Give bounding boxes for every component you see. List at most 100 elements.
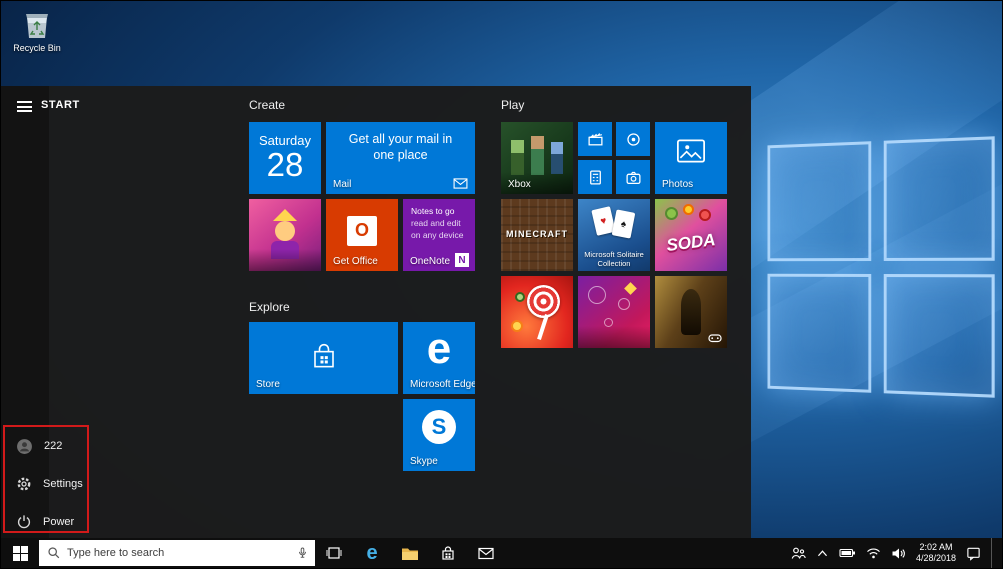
game-character — [531, 136, 544, 149]
soda-logo: SODA — [655, 229, 727, 258]
tile-microsoft-edge[interactable]: e Microsoft Edge — [403, 322, 475, 394]
group-label-play: Play — [501, 98, 524, 112]
tile-march-of-empires[interactable] — [655, 276, 727, 348]
power-button[interactable]: Power — [1, 507, 226, 537]
character-face — [275, 221, 295, 241]
tile-game-promo[interactable] — [249, 199, 321, 271]
tile-store[interactable]: Store — [249, 322, 398, 394]
clock-time: 2:02 AM — [916, 542, 956, 553]
store-label: Store — [256, 379, 280, 390]
user-account-button[interactable]: 222 — [1, 431, 226, 461]
candy-art — [699, 209, 711, 221]
onenote-note-line: read and edit — [411, 218, 475, 230]
onenote-label: OneNote — [410, 256, 450, 267]
sparkle-art — [628, 286, 633, 291]
edge-icon: e — [366, 543, 377, 563]
lollipop-art — [527, 285, 560, 318]
record-bullseye-icon — [625, 131, 642, 148]
tile-calculator[interactable] — [578, 160, 612, 194]
skype-label: Skype — [410, 456, 438, 467]
tile-camera[interactable] — [616, 160, 650, 194]
tray-overflow-button[interactable] — [816, 549, 829, 558]
chevron-up-icon — [816, 549, 829, 558]
tile-movies-tv[interactable] — [578, 122, 612, 156]
store-bag-icon — [440, 545, 456, 561]
wallpaper-logo-pane — [883, 274, 994, 398]
tile-skype[interactable]: S Skype — [403, 399, 475, 471]
wallpaper-logo-pane — [883, 136, 994, 260]
crown-icon — [273, 209, 297, 221]
group-label-create: Create — [249, 98, 285, 112]
user-avatar-icon — [16, 438, 33, 455]
volume-button[interactable] — [891, 547, 906, 560]
action-center-button[interactable] — [966, 546, 981, 561]
power-label: Power — [43, 516, 74, 528]
power-icon — [16, 514, 32, 530]
camera-icon — [625, 169, 642, 186]
warrior-silhouette — [681, 289, 701, 335]
people-button[interactable] — [790, 546, 806, 561]
xbox-label: Xbox — [508, 179, 531, 190]
microphone-icon[interactable] — [296, 546, 309, 561]
taskbar: e — [1, 538, 1002, 568]
task-view-button[interactable] — [315, 538, 353, 568]
tile-solitaire[interactable]: ♥ ♠ Microsoft Solitaire Collection — [578, 199, 650, 271]
bubble-art — [588, 286, 606, 304]
store-taskbar-button[interactable] — [429, 538, 467, 568]
tile-groove-music[interactable] — [616, 122, 650, 156]
tile-onenote[interactable]: Notes to go read and edit on any device … — [403, 199, 475, 271]
tile-calendar[interactable]: Saturday 28 — [249, 122, 321, 194]
people-icon — [790, 546, 806, 561]
game-controller-icon — [708, 333, 722, 343]
hamburger-menu-button[interactable] — [17, 101, 32, 112]
office-logo: O — [347, 216, 377, 246]
tile-bubble-witch-saga[interactable] — [578, 276, 650, 348]
taskbar-search-box[interactable] — [39, 540, 315, 566]
start-menu-title: START — [41, 99, 80, 111]
movies-tv-icon — [587, 131, 604, 148]
lollipop-stick — [537, 314, 549, 340]
taskbar-clock[interactable]: 2:02 AM 4/28/2018 — [916, 542, 956, 565]
recycle-bin-icon — [22, 9, 52, 41]
edge-taskbar-button[interactable]: e — [353, 538, 391, 568]
mail-taskbar-button[interactable] — [467, 538, 505, 568]
candy-art — [511, 320, 523, 332]
network-status-button[interactable] — [866, 547, 881, 559]
tile-photos[interactable]: Photos — [655, 122, 727, 194]
envelope-icon — [453, 178, 468, 189]
calculator-icon — [587, 169, 604, 186]
file-explorer-button[interactable] — [391, 538, 429, 568]
tile-candy-crush-soda[interactable]: SODA — [655, 199, 727, 271]
show-desktop-button[interactable] — [991, 538, 996, 568]
game-character — [551, 142, 563, 154]
recycle-bin[interactable]: Recycle Bin — [11, 9, 63, 53]
wallpaper-logo-pane — [768, 141, 871, 260]
bubble-art — [618, 298, 630, 310]
wifi-icon — [866, 547, 881, 559]
onenote-note-line: on any device — [411, 230, 475, 242]
edge-label: Microsoft Edge — [410, 379, 475, 390]
tile-xbox[interactable]: Xbox — [501, 122, 573, 194]
settings-label: Settings — [43, 478, 83, 490]
battery-status-button[interactable] — [839, 547, 856, 559]
minecraft-logo: MINECRAFT — [501, 229, 573, 239]
tile-minecraft[interactable]: MINECRAFT — [501, 199, 573, 271]
gear-icon — [16, 476, 32, 492]
action-center-icon — [966, 546, 981, 561]
onenote-logo: N — [455, 253, 469, 267]
candy-art — [665, 207, 678, 220]
edge-logo: e — [403, 327, 475, 371]
tile-mail[interactable]: Get all your mail in one place Mail — [326, 122, 475, 194]
clock-date: 4/28/2018 — [916, 553, 956, 564]
search-icon — [47, 546, 61, 560]
wallpaper-windows-logo — [768, 136, 995, 397]
settings-button[interactable]: Settings — [1, 469, 226, 499]
start-button[interactable] — [1, 538, 39, 568]
windows-logo-icon — [13, 546, 28, 561]
playing-card-spade: ♠ — [612, 209, 636, 238]
user-name-label: 222 — [44, 440, 62, 452]
search-input[interactable] — [67, 547, 290, 559]
tile-get-office[interactable]: O Get Office — [326, 199, 398, 271]
get-office-label: Get Office — [333, 256, 378, 267]
tile-candy-crush-saga[interactable] — [501, 276, 573, 348]
